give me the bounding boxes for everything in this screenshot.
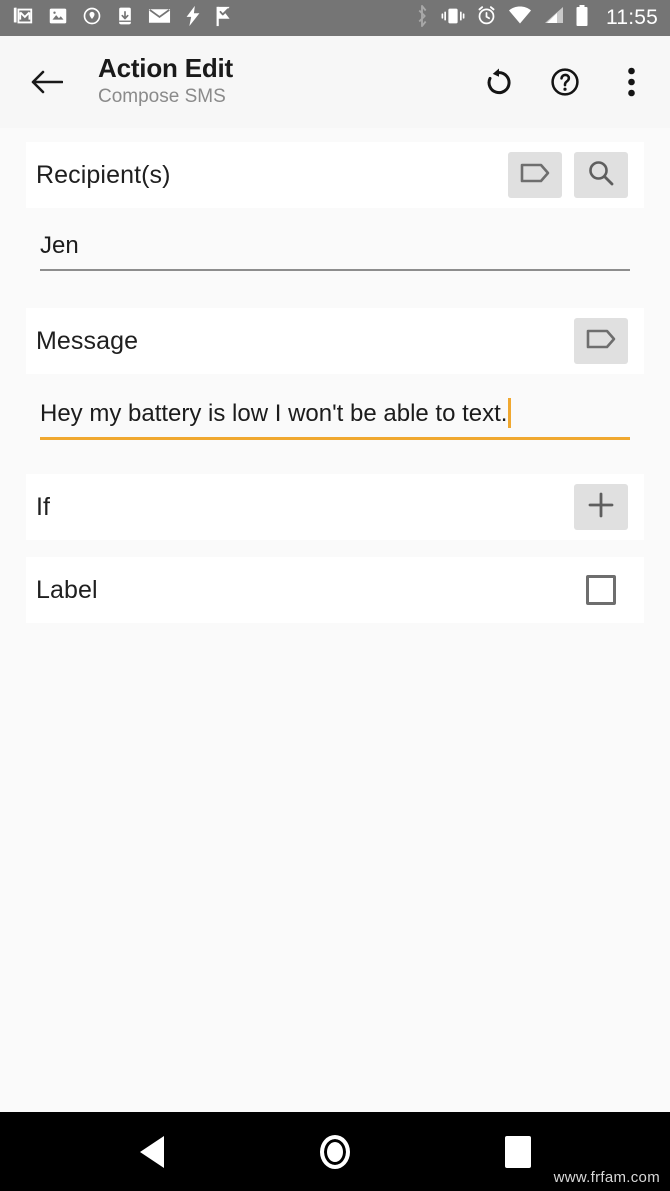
- status-bar-system-icons: 11:55: [414, 4, 658, 32]
- message-input[interactable]: Hey my battery is low I won't be able to…: [40, 398, 630, 440]
- help-button[interactable]: [544, 61, 586, 103]
- message-label: Message: [36, 326, 139, 355]
- recipients-input-underline: [40, 269, 630, 271]
- search-icon: [587, 159, 615, 192]
- nav-back-icon: [139, 1135, 164, 1168]
- tag-icon: [585, 327, 617, 356]
- if-label: If: [36, 492, 51, 521]
- status-bar: 11:55: [0, 0, 670, 36]
- plus-icon: [587, 491, 615, 524]
- gmail-icon: [12, 5, 34, 32]
- page-title: Action Edit: [98, 53, 234, 84]
- message-row: Message: [26, 308, 644, 374]
- status-bar-notification-icons: [12, 5, 235, 32]
- battery-icon: [575, 4, 589, 32]
- reset-button[interactable]: [478, 61, 520, 103]
- overflow-menu-button[interactable]: [610, 61, 652, 103]
- message-actions: [574, 318, 628, 364]
- phone-screen: 11:55 Action Edit Compose SMS Recipient(: [0, 0, 670, 1191]
- nav-recents-icon: [505, 1135, 532, 1168]
- message-input-underline: [40, 437, 630, 440]
- if-add-button[interactable]: [574, 484, 628, 530]
- nav-home-button[interactable]: [300, 1122, 370, 1182]
- wifi-icon: [508, 6, 532, 30]
- app-toolbar: Action Edit Compose SMS: [0, 36, 670, 128]
- recipients-search-button[interactable]: [574, 152, 628, 198]
- nav-back-button[interactable]: [117, 1122, 187, 1182]
- toolbar-actions: [478, 61, 652, 103]
- watermark: www.frfam.com: [553, 1169, 660, 1186]
- status-bar-clock: 11:55: [606, 6, 658, 29]
- toolbar-titles: Action Edit Compose SMS: [98, 53, 478, 110]
- vibrate-icon: [441, 6, 465, 31]
- message-tag-button[interactable]: [574, 318, 628, 364]
- checkbox-icon[interactable]: [586, 575, 616, 605]
- recipients-input[interactable]: Jen: [40, 232, 630, 271]
- bluetooth-icon: [414, 4, 430, 32]
- location-pin-icon: [82, 6, 102, 31]
- recipients-tag-button[interactable]: [508, 152, 562, 198]
- label-label: Label: [36, 575, 98, 604]
- if-row: If: [26, 474, 644, 540]
- back-button[interactable]: [24, 59, 70, 105]
- tasker-flag-icon: [215, 5, 235, 32]
- if-actions: [574, 484, 628, 530]
- label-actions: [574, 567, 628, 613]
- label-checkbox-wrap[interactable]: [574, 567, 628, 613]
- app-download-icon: [115, 5, 135, 32]
- recipients-input-value: Jen: [40, 232, 79, 259]
- alarm-clock-icon: [476, 5, 497, 31]
- text-caret: [508, 398, 512, 428]
- page-subtitle: Compose SMS: [98, 86, 226, 108]
- recipients-actions: [508, 152, 628, 198]
- message-input-value: Hey my battery is low I won't be able to…: [40, 400, 508, 427]
- lightning-bolt-icon: [184, 5, 202, 32]
- message-input-wrap: Hey my battery is low I won't be able to…: [40, 398, 630, 437]
- cell-signal-icon: [543, 6, 564, 30]
- nav-recents-button[interactable]: [483, 1122, 553, 1182]
- nav-home-icon: [319, 1134, 350, 1169]
- recipients-row: Recipient(s): [26, 142, 644, 208]
- tag-icon: [519, 161, 551, 190]
- label-row[interactable]: Label: [26, 557, 644, 623]
- recipients-label: Recipient(s): [36, 160, 171, 189]
- system-navigation-bar: www.frfam.com: [0, 1112, 670, 1191]
- mail-icon: [148, 6, 171, 31]
- photos-icon: [47, 5, 69, 32]
- form-content: Recipient(s) Jen Message Hey my battery …: [0, 128, 670, 1112]
